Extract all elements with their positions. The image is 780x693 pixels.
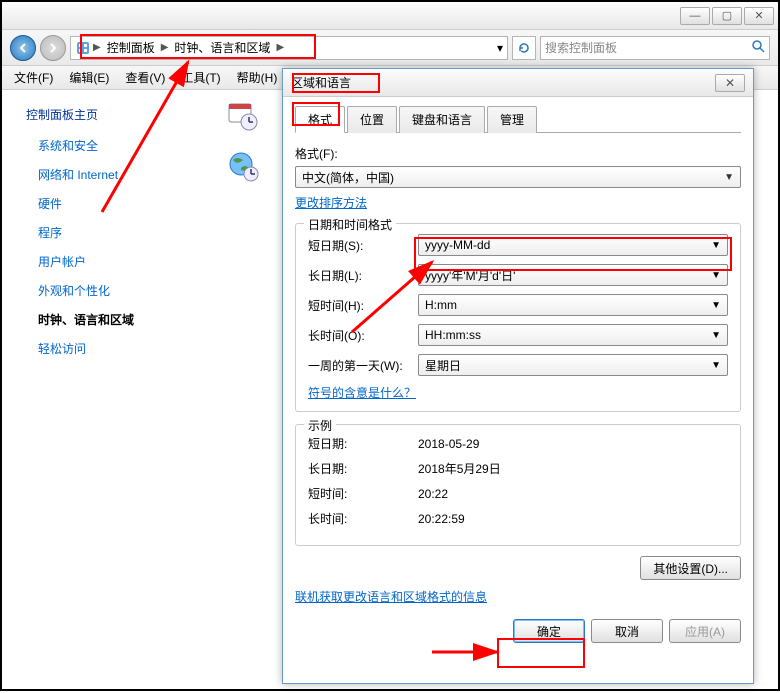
breadcrumb-item-control-panel[interactable]: 控制面板: [103, 39, 159, 56]
menu-view[interactable]: 查看(V): [117, 67, 173, 88]
forward-button[interactable]: [40, 35, 66, 61]
minimize-button[interactable]: —: [680, 7, 710, 25]
short-date-label: 短日期(S):: [308, 237, 418, 254]
sidebar: 控制面板主页 系统和安全 网络和 Internet 硬件 程序 用户帐户 外观和…: [2, 90, 212, 689]
long-time-select[interactable]: HH:mm:ss ▼: [418, 324, 728, 346]
menu-tools[interactable]: 工具(T): [173, 67, 228, 88]
example-group-legend: 示例: [304, 417, 336, 434]
ok-button[interactable]: 确定: [513, 619, 585, 643]
breadcrumb-sep-icon: ▶: [93, 42, 101, 53]
short-time-value: H:mm: [425, 298, 457, 312]
breadcrumb[interactable]: ▶ 控制面板 ▶ 时钟、语言和区域 ▶ ▾: [70, 36, 508, 60]
dialog-title: 区域和语言: [291, 74, 715, 91]
sidebar-item-programs[interactable]: 程序: [26, 224, 202, 241]
calendar-clock-icon: [227, 100, 259, 132]
arrow-right-icon: [47, 42, 59, 54]
change-sort-link[interactable]: 更改排序方法: [295, 196, 367, 210]
format-select[interactable]: 中文(简体，中国) ▼: [295, 166, 741, 188]
format-select-value: 中文(简体，中国): [302, 169, 394, 186]
sidebar-item-network[interactable]: 网络和 Internet: [26, 166, 202, 183]
maximize-button[interactable]: ▢: [712, 7, 742, 25]
breadcrumb-sep-icon: ▶: [161, 42, 169, 53]
tab-keyboard[interactable]: 键盘和语言: [399, 106, 485, 133]
long-time-value: HH:mm:ss: [425, 328, 481, 342]
search-icon[interactable]: [751, 39, 765, 56]
sidebar-item-accounts[interactable]: 用户帐户: [26, 253, 202, 270]
control-panel-icon: [75, 40, 91, 56]
datetime-group-legend: 日期和时间格式: [304, 216, 396, 233]
tab-admin[interactable]: 管理: [487, 106, 537, 133]
refresh-button[interactable]: [512, 36, 536, 60]
short-time-label: 短时间(H):: [308, 297, 418, 314]
ex-short-time-value: 20:22: [418, 487, 728, 501]
ex-long-date-value: 2018年5月29日: [418, 460, 728, 477]
menu-help[interactable]: 帮助(H): [229, 67, 286, 88]
arrow-left-icon: [17, 42, 29, 54]
long-time-label: 长时间(O):: [308, 327, 418, 344]
online-info-link[interactable]: 联机获取更改语言和区域格式的信息: [295, 590, 487, 604]
long-date-select[interactable]: yyyy'年'M'月'd'日' ▼: [418, 264, 728, 286]
globe-clock-icon: [227, 150, 259, 182]
menu-file[interactable]: 文件(F): [6, 67, 61, 88]
example-group: 示例 短日期:2018-05-29 长日期:2018年5月29日 短时间:20:…: [295, 424, 741, 546]
long-date-label: 长日期(L):: [308, 267, 418, 284]
tab-format[interactable]: 格式: [295, 106, 345, 133]
chevron-down-icon: ▼: [711, 240, 721, 251]
tab-location[interactable]: 位置: [347, 106, 397, 133]
sidebar-item-clock-lang[interactable]: 时钟、语言和区域: [26, 311, 202, 328]
ex-long-date-label: 长日期:: [308, 460, 418, 477]
ex-long-time-value: 20:22:59: [418, 512, 728, 526]
region-language-dialog: 区域和语言 ✕ 格式 位置 键盘和语言 管理 格式(F): 中文(简体，中国) …: [282, 68, 754, 684]
chevron-down-icon: ▼: [711, 360, 721, 371]
chevron-down-icon: ▼: [711, 330, 721, 341]
chevron-down-icon: ▼: [711, 300, 721, 311]
close-button[interactable]: ✕: [744, 7, 774, 25]
refresh-icon: [517, 41, 531, 55]
notation-meaning-link[interactable]: 符号的含意是什么？: [308, 386, 416, 400]
sidebar-item-appearance[interactable]: 外观和个性化: [26, 282, 202, 299]
breadcrumb-item-clock-lang[interactable]: 时钟、语言和区域: [170, 39, 274, 56]
first-day-select[interactable]: 星期日 ▼: [418, 354, 728, 376]
apply-button[interactable]: 应用(A): [669, 619, 741, 643]
breadcrumb-dropdown-icon[interactable]: ▾: [497, 41, 503, 55]
short-date-select[interactable]: yyyy-MM-dd ▼: [418, 234, 728, 256]
dialog-titlebar: 区域和语言 ✕: [283, 69, 753, 97]
chevron-down-icon: ▼: [724, 172, 734, 183]
ex-short-time-label: 短时间:: [308, 485, 418, 502]
ex-short-date-value: 2018-05-29: [418, 437, 728, 451]
breadcrumb-sep-icon: ▶: [276, 42, 284, 53]
window-titlebar: — ▢ ✕: [2, 2, 778, 30]
first-day-label: 一周的第一天(W):: [308, 357, 418, 374]
address-bar: ▶ 控制面板 ▶ 时钟、语言和区域 ▶ ▾ 搜索控制面板: [2, 30, 778, 66]
search-input[interactable]: 搜索控制面板: [540, 36, 770, 60]
format-label: 格式(F):: [295, 145, 741, 162]
short-time-select[interactable]: H:mm ▼: [418, 294, 728, 316]
sidebar-home[interactable]: 控制面板主页: [26, 106, 202, 123]
long-date-value: yyyy'年'M'月'd'日': [425, 267, 515, 284]
sidebar-item-ease[interactable]: 轻松访问: [26, 340, 202, 357]
back-button[interactable]: [10, 35, 36, 61]
dialog-close-button[interactable]: ✕: [715, 74, 745, 92]
sidebar-item-system[interactable]: 系统和安全: [26, 137, 202, 154]
sidebar-item-hardware[interactable]: 硬件: [26, 195, 202, 212]
first-day-value: 星期日: [425, 357, 461, 374]
tab-bar: 格式 位置 键盘和语言 管理: [295, 105, 741, 133]
ex-long-time-label: 长时间:: [308, 510, 418, 527]
search-placeholder: 搜索控制面板: [545, 39, 617, 56]
menu-edit[interactable]: 编辑(E): [61, 67, 117, 88]
other-settings-button[interactable]: 其他设置(D)...: [640, 556, 741, 580]
chevron-down-icon: ▼: [711, 270, 721, 281]
short-date-value: yyyy-MM-dd: [425, 238, 490, 252]
dialog-body: 格式 位置 键盘和语言 管理 格式(F): 中文(简体，中国) ▼ 更改排序方法…: [283, 97, 753, 653]
datetime-format-group: 日期和时间格式 短日期(S): yyyy-MM-dd▼ 长日期(L): yyyy…: [295, 223, 741, 412]
cancel-button[interactable]: 取消: [591, 619, 663, 643]
ex-short-date-label: 短日期:: [308, 435, 418, 452]
